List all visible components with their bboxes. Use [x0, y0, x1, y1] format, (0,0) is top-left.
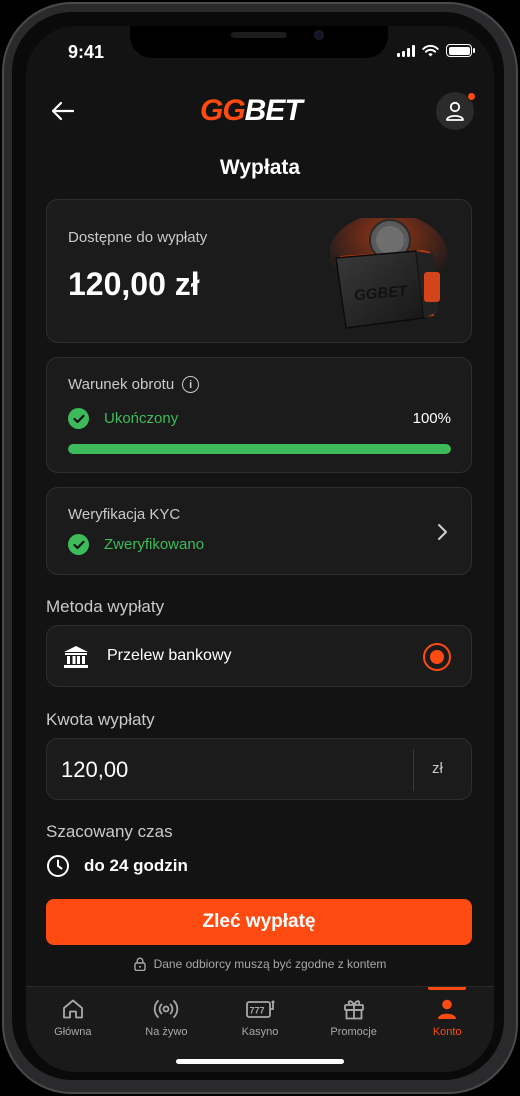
estimated-time-row: do 24 godzin — [46, 854, 188, 878]
clock-icon — [47, 855, 69, 877]
tab-label: Konto — [432, 1026, 462, 1038]
radio-selected-dot — [430, 650, 444, 664]
amount-field-container: zł — [46, 738, 472, 800]
tab-label: Promocje — [330, 1026, 377, 1038]
disclaimer: Dane odbiorcy muszą być zgodne z kontem — [26, 957, 494, 971]
notification-dot — [467, 92, 476, 101]
home-icon — [62, 999, 83, 1019]
active-tab-indicator — [428, 987, 467, 990]
kyc-status: Zweryfikowano — [104, 536, 205, 553]
back-button[interactable] — [48, 96, 78, 126]
notch — [130, 26, 388, 58]
kyc-status-row: Zweryfikowano — [68, 534, 204, 555]
kyc-label: Weryfikacja KYC — [68, 506, 181, 523]
turnover-status-row: Ukończony — [68, 408, 178, 429]
cellular-signal-icon — [397, 44, 415, 57]
time-section-label: Szacowany czas — [46, 822, 173, 841]
method-option-bank-transfer[interactable]: Przelew bankowy — [46, 625, 472, 687]
app-header: GGBET — [26, 88, 494, 134]
check-circle-icon — [68, 534, 89, 555]
tab-home[interactable]: Główna — [26, 987, 120, 1047]
tab-live[interactable]: Na żywo — [120, 987, 214, 1047]
arrow-left-icon — [51, 101, 75, 121]
divider — [413, 749, 414, 791]
turnover-progress-fill — [68, 444, 451, 454]
submit-withdrawal-button[interactable]: Zleć wypłatę — [46, 899, 472, 945]
turnover-card: Warunek obrotu i Ukończony 100% — [46, 357, 472, 473]
status-time: 9:41 — [68, 42, 105, 62]
gift-icon — [343, 1000, 364, 1020]
logo-gg: GG — [200, 94, 246, 127]
app-screen: 9:41 GGBET Wypłata Dostępne do wypłaty 1… — [26, 26, 494, 1072]
amount-input[interactable] — [61, 753, 401, 787]
profile-button[interactable] — [436, 92, 476, 130]
tab-label: Na żywo — [145, 1026, 188, 1038]
balance-value: 120,00 zł — [68, 266, 200, 302]
live-icon — [154, 1000, 179, 1018]
turnover-progress-bar — [68, 444, 451, 454]
turnover-label: Warunek obrotu — [68, 376, 175, 393]
tab-casino[interactable]: 777 Kasyno — [213, 987, 307, 1047]
lock-icon — [133, 957, 146, 971]
tab-promotions[interactable]: Promocje — [307, 987, 401, 1047]
method-radio[interactable] — [423, 643, 451, 671]
amount-section-label: Kwota wypłaty — [46, 710, 155, 729]
status-icons — [397, 44, 475, 57]
tab-label: Główna — [54, 1026, 92, 1038]
wifi-icon — [422, 44, 439, 57]
kyc-card[interactable]: Weryfikacja KYC Zweryfikowano — [46, 487, 472, 575]
check-circle-icon — [68, 408, 89, 429]
turnover-label-row: Warunek obrotu i — [68, 376, 200, 393]
front-camera — [314, 30, 324, 40]
slot-machine-icon: 777 — [246, 1000, 275, 1018]
user-icon — [446, 101, 464, 121]
gg-bet-logo[interactable]: GGBET — [200, 94, 303, 128]
turnover-percent: 100% — [412, 410, 451, 427]
tab-label: Kasyno — [241, 1026, 279, 1038]
tab-account[interactable]: Konto — [400, 987, 494, 1047]
battery-icon — [446, 44, 475, 57]
chevron-right-icon — [438, 524, 447, 540]
wallet-illustration: GGBET — [330, 218, 448, 329]
estimated-time-value: do 24 godzin — [84, 856, 188, 875]
info-icon[interactable]: i — [182, 376, 200, 393]
page-title: Wypłata — [219, 156, 301, 179]
account-icon — [438, 999, 457, 1019]
method-section-label: Metoda wypłaty — [46, 597, 165, 616]
svg-text:777: 777 — [249, 1006, 264, 1016]
home-indicator — [176, 1059, 344, 1064]
balance-card: Dostępne do wypłaty 120,00 zł GGBET — [46, 199, 472, 343]
bank-icon — [64, 646, 88, 668]
balance-label: Dostępne do wypłaty — [68, 229, 208, 246]
method-name: Przelew bankowy — [107, 647, 232, 664]
logo-bet: BET — [244, 94, 303, 127]
speaker — [231, 32, 287, 38]
disclaimer-text: Dane odbiorcy muszą być zgodne z kontem — [153, 957, 387, 971]
turnover-status: Ukończony — [104, 410, 179, 427]
currency-label: zł — [432, 760, 443, 777]
